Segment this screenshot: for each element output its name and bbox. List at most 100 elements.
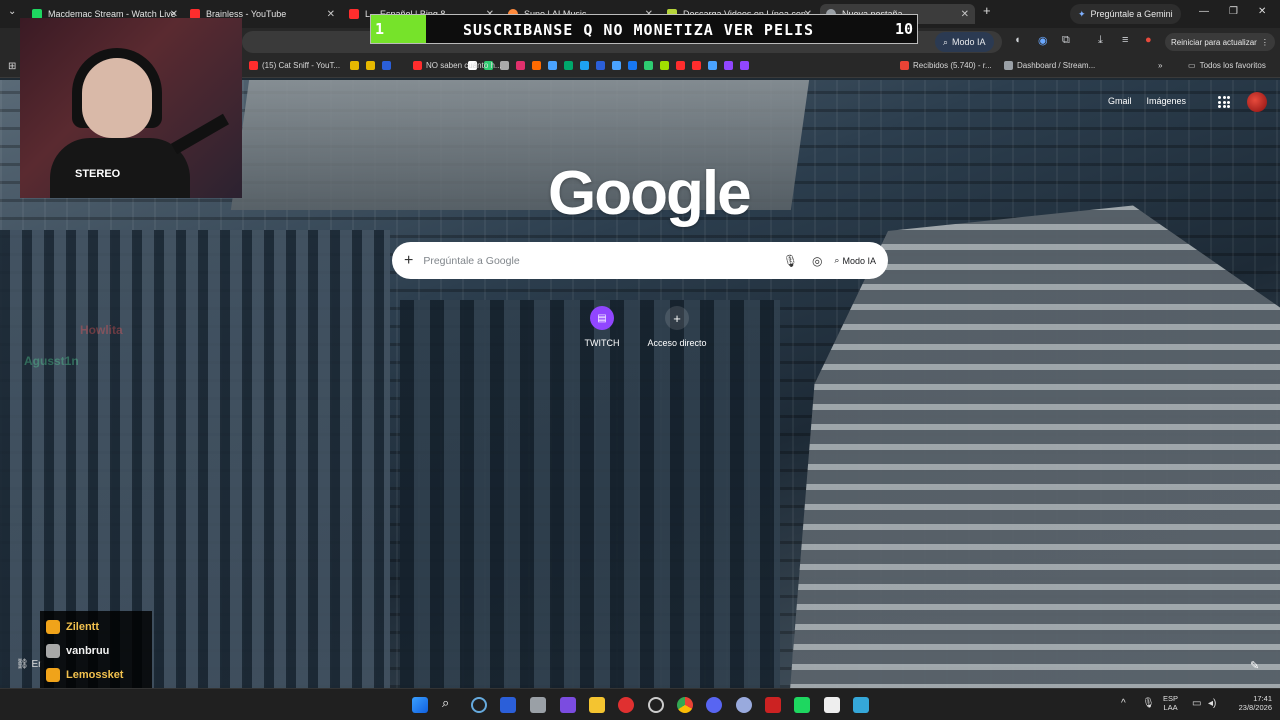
recent-viewers-list: Zilentt vanbruu Lemossket — [40, 611, 152, 689]
shortcut-twitch[interactable]: ▤ TWITCH — [562, 306, 642, 348]
bookmark-favicon[interactable] — [532, 61, 541, 70]
search-input[interactable]: Pregúntale a Google — [423, 255, 768, 267]
bookmark-favicon[interactable] — [350, 61, 359, 70]
folder-icon — [1004, 61, 1013, 70]
sub-goal-message: SUSCRIBANSE Q NO MONETIZA VER PELIS — [463, 21, 815, 39]
bookmark-favicon[interactable] — [628, 61, 637, 70]
modo-ia-button[interactable]: ⌕ Modo IA — [935, 32, 994, 52]
bookmark-favicon[interactable] — [692, 61, 701, 70]
media-icon[interactable]: ≡ — [1122, 34, 1128, 46]
bookmark-favicon[interactable] — [612, 61, 621, 70]
google-logo: Google — [548, 159, 752, 228]
cast-icon[interactable]: ◉ — [1038, 34, 1048, 47]
sub-goal-bar: 1 SUSCRIBANSE Q NO MONETIZA VER PELIS 10 — [370, 14, 918, 44]
app-icon[interactable] — [853, 697, 869, 713]
volume-icon[interactable]: ◂) — [1208, 698, 1216, 709]
twitch-icon: ▤ — [590, 306, 614, 330]
gemini-button[interactable]: ✦ Pregúntale a Gemini — [1070, 4, 1181, 24]
building-center — [400, 300, 780, 690]
modo-ia-search-button[interactable]: ⌕ Modo IA — [834, 255, 876, 266]
microphone-arm — [171, 113, 229, 155]
app-icon[interactable] — [530, 697, 546, 713]
screen: ⌄ Macdemac Stream - Watch Live ✕ Brainle… — [0, 0, 1280, 720]
bookmark-favicon[interactable] — [676, 61, 685, 70]
gmail-link[interactable]: Gmail — [1108, 96, 1132, 106]
ghost-chat-name: Agusst1n — [24, 354, 79, 368]
bookmark-favicon[interactable] — [366, 61, 375, 70]
discord-icon[interactable] — [706, 697, 722, 713]
clock[interactable]: 17:41 23/8/2026 — [1228, 694, 1272, 712]
tab-search-chevron-icon[interactable]: ⌄ — [8, 6, 16, 17]
list-item: Lemossket — [46, 663, 146, 687]
search-sparkle-icon: ⌕ — [834, 255, 840, 265]
bookmark-favicon[interactable] — [740, 61, 749, 70]
bookmark-gmail[interactable]: Recibidos (5.740) - r... — [900, 61, 992, 70]
images-link[interactable]: Imágenes — [1146, 96, 1186, 106]
bookmark-favicon[interactable] — [548, 61, 557, 70]
app-icon[interactable] — [736, 697, 752, 713]
google-apps-icon[interactable] — [1218, 96, 1230, 108]
extensions-icon[interactable]: ⧉ — [1062, 34, 1070, 47]
copilot-icon[interactable] — [471, 697, 487, 713]
list-item: vanbruu — [46, 639, 146, 663]
google-search-box[interactable]: + Pregúntale a Google 🎙 ◎ ⌕ Modo IA — [392, 242, 888, 279]
search-sparkle-icon: ⌕ — [943, 36, 949, 47]
voicemod-icon[interactable] — [765, 697, 781, 713]
shortcut-add[interactable]: + Acceso directo — [637, 306, 717, 348]
new-tab-button[interactable]: + — [983, 3, 991, 18]
download-icon[interactable]: ⤓ — [1098, 34, 1103, 47]
bookmark-favicon[interactable] — [708, 61, 717, 70]
google-top-links: Gmail Imágenes — [1108, 96, 1186, 106]
youtube-icon — [413, 61, 422, 70]
microphone-icon[interactable]: 🎙 — [783, 254, 798, 268]
webcam-overlay: STEREO — [20, 18, 242, 198]
app-icon[interactable] — [618, 697, 634, 713]
chrome-icon[interactable] — [677, 697, 693, 713]
keyboard-language[interactable]: ESP LAA — [1163, 694, 1178, 712]
bookmark-favicon[interactable] — [382, 61, 391, 70]
plus-icon: + — [665, 306, 689, 330]
apps-grid-icon[interactable]: ⊞ — [8, 61, 16, 72]
document-icon[interactable] — [824, 697, 840, 713]
bookmark-favicon[interactable] — [644, 61, 653, 70]
bookmark-cat-sniff[interactable]: (15) Cat Sniff - YouT... — [249, 61, 340, 70]
avatar[interactable] — [1247, 92, 1267, 112]
maximize-icon[interactable]: ❐ — [1229, 6, 1238, 17]
microphone-icon[interactable]: 🎙 — [1142, 698, 1155, 709]
search-icon[interactable]: ⌕ — [442, 695, 458, 711]
app-v-icon[interactable] — [500, 697, 516, 713]
bookmark-favicon[interactable] — [580, 61, 589, 70]
badge-icon — [46, 668, 60, 682]
bookmark-favicon[interactable] — [660, 61, 669, 70]
profile-icon[interactable]: ● — [1145, 34, 1152, 46]
badge-icon — [46, 620, 60, 634]
bookmark-favicon[interactable] — [564, 61, 573, 70]
audio-icon[interactable]: ◖ — [1014, 34, 1021, 46]
shirt-print: STEREO — [75, 168, 121, 180]
app-icon[interactable] — [560, 697, 576, 713]
kick-icon[interactable] — [794, 697, 810, 713]
restart-to-update-button[interactable]: Reiniciar para actualizar ⋮ — [1165, 33, 1275, 51]
file-explorer-icon[interactable] — [589, 697, 605, 713]
bookmark-favicon[interactable] — [516, 61, 525, 70]
add-icon[interactable]: + — [404, 252, 413, 270]
badge-icon — [46, 644, 60, 658]
bookmark-no-saben[interactable]: NO saben cuánto h... — [413, 61, 502, 70]
start-icon[interactable] — [412, 697, 428, 713]
minimize-icon[interactable]: — — [1199, 6, 1209, 17]
more-menu-icon: ⋮ — [1260, 37, 1269, 47]
more-bookmarks-icon[interactable]: » — [1158, 61, 1162, 70]
close-window-icon[interactable]: ✕ — [1258, 6, 1266, 17]
close-icon[interactable]: ✕ — [961, 9, 969, 20]
all-bookmarks-folder[interactable]: ▭ Todos los favoritos — [1188, 61, 1266, 70]
bookmark-dashboard-stream[interactable]: Dashboard / Stream... — [1004, 61, 1095, 70]
customize-pencil-icon[interactable]: ✎ — [1250, 659, 1259, 672]
network-icon[interactable]: ▭ — [1192, 698, 1201, 709]
lens-camera-icon[interactable]: ◎ — [812, 254, 822, 268]
app-icon[interactable] — [648, 697, 664, 713]
bookmark-favicon[interactable] — [724, 61, 733, 70]
close-icon[interactable]: ✕ — [327, 9, 335, 20]
tray-chevron-icon[interactable]: ^ — [1121, 698, 1126, 709]
link-icon: ⛓ Er — [16, 659, 42, 670]
bookmark-favicon[interactable] — [596, 61, 605, 70]
